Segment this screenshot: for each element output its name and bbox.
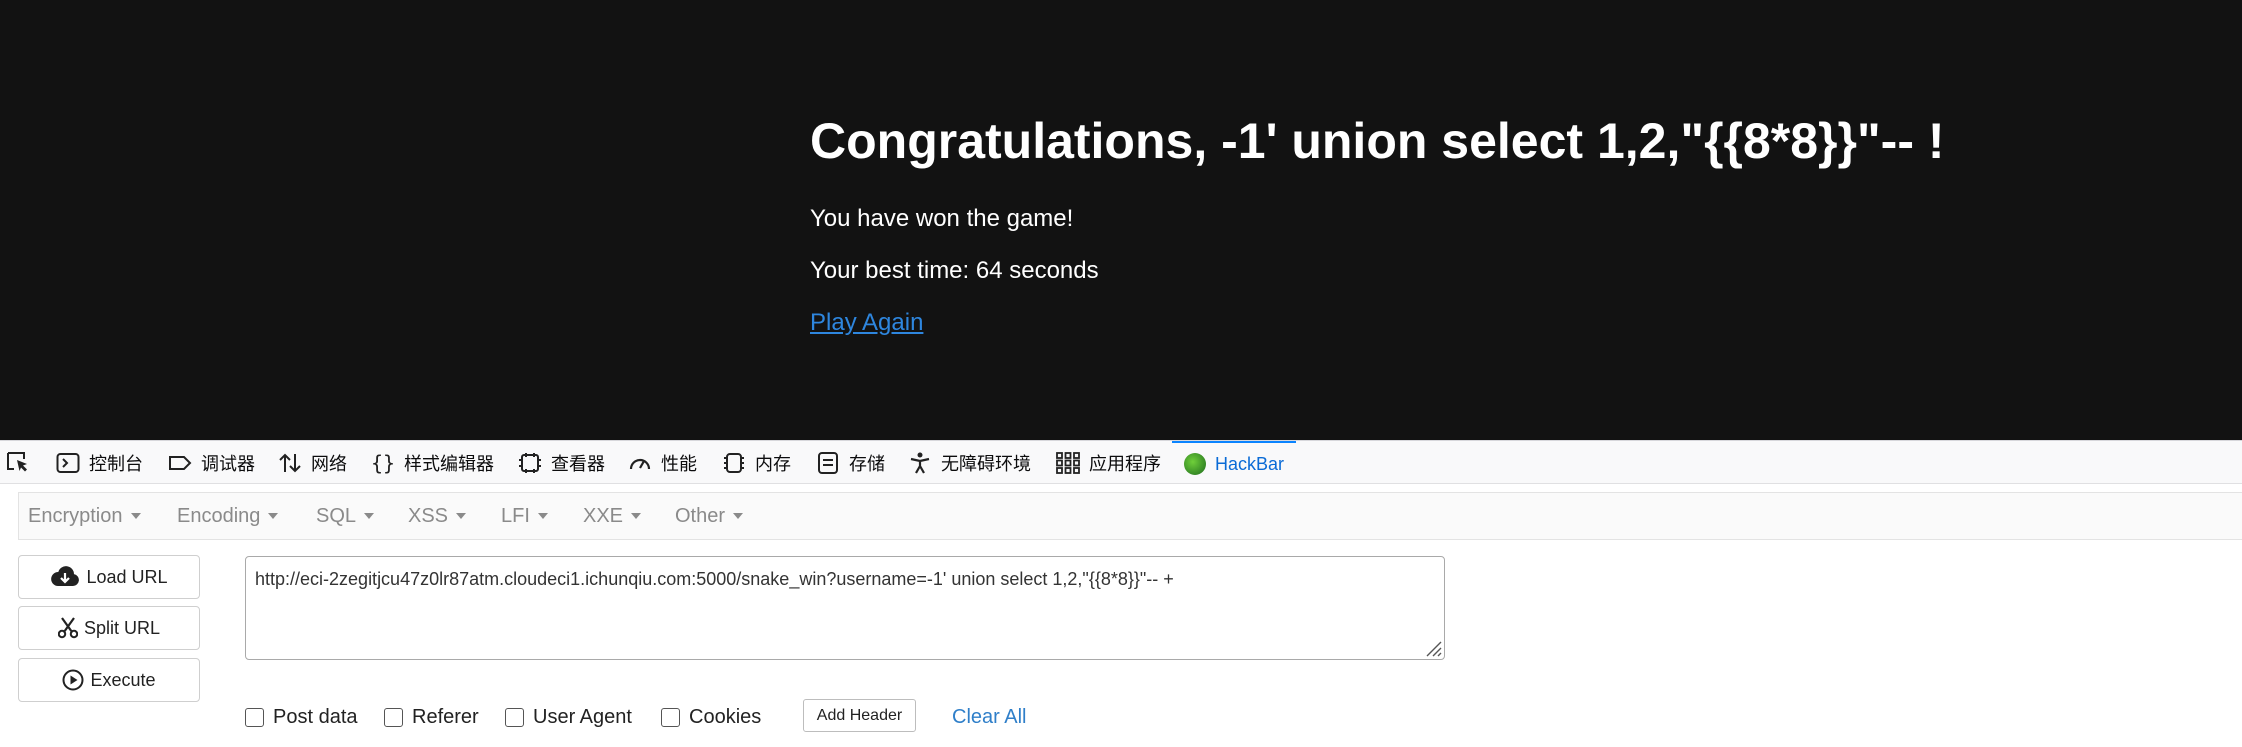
tab-inspector[interactable]: 查看器: [518, 441, 605, 485]
performance-icon: [629, 458, 651, 470]
menu-encoding[interactable]: Encoding: [177, 493, 279, 539]
user-agent-checkbox[interactable]: User Agent: [505, 702, 632, 732]
menu-label: XXE: [583, 504, 624, 527]
tab-label: 性能: [661, 454, 697, 474]
tab-application[interactable]: 应用程序: [1056, 441, 1161, 485]
caret-down-icon: [537, 513, 548, 519]
devtools-panel: 控制台 调试器 网络 {} 样式编辑器 查看器 性能 内存 存储 无障碍环境 应…: [0, 440, 2242, 747]
menu-lfi[interactable]: LFI: [501, 493, 548, 539]
url-textarea[interactable]: http://eci-2zegitjcu47z0lr87atm.cloudeci…: [245, 556, 1445, 660]
checkbox-box[interactable]: [505, 707, 524, 727]
tab-accessibility[interactable]: 无障碍环境: [908, 441, 1031, 485]
option-label: User Agent: [533, 705, 632, 728]
add-header-button[interactable]: Add Header: [803, 699, 916, 732]
menu-other[interactable]: Other: [675, 493, 744, 539]
menu-label: LFI: [501, 504, 530, 527]
memory-icon: [724, 453, 744, 473]
tab-label: 应用程序: [1089, 454, 1161, 474]
button-label: Execute: [90, 669, 156, 690]
tab-debugger[interactable]: 调试器: [168, 441, 255, 485]
tab-hackbar[interactable]: HackBar: [1172, 441, 1297, 485]
tab-performance[interactable]: 性能: [628, 441, 697, 485]
caret-down-icon: [364, 513, 375, 519]
console-icon: [56, 453, 80, 473]
menu-sql[interactable]: SQL: [316, 493, 375, 539]
hackbar-menu-bar: Encryption Encoding SQL XSS LFI XXE Othe…: [18, 492, 2242, 540]
split-url-button[interactable]: Split URL: [18, 606, 200, 650]
hackbar-logo-icon: [1184, 453, 1206, 475]
best-time-text: Your best time: 64 seconds: [810, 257, 1099, 284]
menu-label: Encoding: [177, 504, 261, 527]
network-icon: [279, 453, 301, 473]
play-again-link[interactable]: Play Again: [810, 309, 923, 337]
resize-grip-icon[interactable]: [1422, 637, 1442, 657]
won-message: You have won the game!: [810, 205, 1074, 232]
menu-label: Encryption: [28, 504, 123, 527]
game-page: Congratulations, -1' union select 1,2,"{…: [0, 0, 2242, 440]
devtools-tab-bar: 控制台 调试器 网络 {} 样式编辑器 查看器 性能 内存 存储 无障碍环境 应…: [0, 440, 2242, 484]
option-label: Referer: [412, 705, 479, 728]
cloud-download-icon: [51, 566, 80, 586]
tab-style-editor[interactable]: {} 样式编辑器: [371, 441, 494, 485]
element-picker-icon[interactable]: [6, 451, 32, 475]
checkbox-box[interactable]: [384, 707, 403, 727]
option-label: Cookies: [689, 705, 762, 728]
accessibility-icon: [910, 452, 930, 474]
caret-down-icon: [456, 513, 467, 519]
checkbox-box[interactable]: [245, 707, 264, 727]
svg-text:{}: {}: [371, 452, 395, 474]
menu-label: SQL: [316, 504, 357, 527]
caret-down-icon: [733, 513, 744, 519]
option-label: Post data: [273, 705, 358, 728]
checkbox-box[interactable]: [661, 707, 680, 727]
style-editor-icon: {}: [371, 452, 395, 474]
tab-label: HackBar: [1215, 453, 1285, 474]
url-text: http://eci-2zegitjcu47z0lr87atm.cloudeci…: [255, 569, 1174, 589]
menu-label: XSS: [408, 504, 449, 527]
post-data-checkbox[interactable]: Post data: [245, 702, 358, 732]
tab-label: 查看器: [551, 454, 605, 474]
tab-label: 调试器: [201, 454, 255, 474]
execute-button[interactable]: Execute: [18, 658, 200, 702]
tab-label: 控制台: [89, 454, 143, 474]
tab-console[interactable]: 控制台: [56, 441, 143, 485]
caret-down-icon: [268, 513, 279, 519]
menu-xss[interactable]: XSS: [408, 493, 467, 539]
referer-checkbox[interactable]: Referer: [384, 702, 479, 732]
caret-down-icon: [130, 513, 141, 519]
play-circle-icon: [62, 669, 84, 691]
menu-encryption[interactable]: Encryption: [28, 493, 141, 539]
menu-xxe[interactable]: XXE: [583, 493, 642, 539]
storage-icon: [818, 452, 838, 474]
button-label: Load URL: [86, 566, 168, 587]
tab-network[interactable]: 网络: [278, 441, 347, 485]
debugger-icon: [169, 456, 192, 470]
button-label: Split URL: [83, 617, 161, 638]
clear-all-link[interactable]: Clear All: [952, 702, 1026, 732]
application-icon: [1056, 452, 1080, 474]
tab-label: 网络: [311, 454, 347, 474]
inspector-icon: [519, 453, 541, 473]
cookies-checkbox[interactable]: Cookies: [661, 702, 761, 732]
tab-label: 存储: [849, 454, 885, 474]
load-url-button[interactable]: Load URL: [18, 555, 200, 599]
tab-memory[interactable]: 内存: [722, 441, 791, 485]
menu-label: Other: [675, 504, 726, 527]
page-title: Congratulations, -1' union select 1,2,"{…: [810, 113, 1945, 169]
tab-label: 无障碍环境: [941, 454, 1031, 474]
caret-down-icon: [631, 513, 642, 519]
tab-storage[interactable]: 存储: [816, 441, 885, 485]
tab-label: 样式编辑器: [404, 454, 494, 474]
scissors-icon: [57, 617, 78, 639]
tab-label: 内存: [755, 454, 791, 474]
